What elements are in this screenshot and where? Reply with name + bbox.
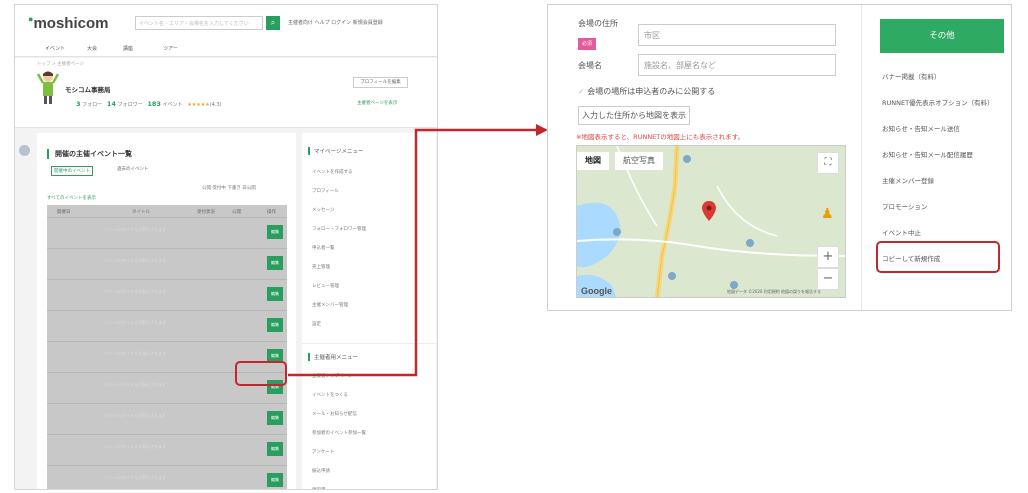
event-list-title: 開催の主催イベント一覧 <box>47 149 132 159</box>
row-edit-button[interactable]: 編集 <box>267 473 283 487</box>
other-menu-item[interactable]: イベント中止 <box>882 227 921 237</box>
edit-profile-button[interactable]: プロフィールを編集 <box>353 77 408 88</box>
table-row: イベントのタイトルが表示されます 編集 <box>47 248 287 279</box>
location-pin-icon <box>702 201 716 221</box>
row-title: イベントのタイトルが表示されます <box>102 382 166 387</box>
event-list-panel: 開催の主催イベント一覧 開催中のイベント 過去のイベント 公開 受付中 下書き … <box>37 133 296 489</box>
other-menu-item[interactable]: バナー掲載（有料） <box>882 71 941 81</box>
organizer-name: モシコム事務局 <box>65 86 111 94</box>
breadcrumb: トップ > 主催者ページ <box>37 62 85 67</box>
organizer-menu-item[interactable]: 領収書 <box>312 487 326 489</box>
view-organizer-link[interactable]: 主催者ページを表示 <box>357 100 397 106</box>
search-icon[interactable]: ⌕ <box>266 16 280 30</box>
venue-name-label: 会場名 <box>578 61 602 70</box>
row-edit-button[interactable]: 編集 <box>267 442 283 456</box>
column-title: タイトル <box>132 210 150 215</box>
avatar <box>37 71 59 104</box>
row-title: イベントのタイトルが表示されます <box>102 289 166 294</box>
row-title: イベントのタイトルが表示されます <box>102 351 166 356</box>
nav-item-tournament[interactable]: 大会 <box>87 45 97 52</box>
table-row: イベントのタイトルが表示されます 編集 <box>47 403 287 434</box>
top-links[interactable]: 主催者向け ヘルプ ログイン 新規会員登録 <box>288 19 383 26</box>
table-row: イベントのタイトルが表示されます 編集 <box>47 310 287 341</box>
tab-past-events[interactable]: 過去のイベント <box>117 166 149 172</box>
organizer-menu-item[interactable]: 振込申請 <box>312 468 330 474</box>
zoom-out-button[interactable]: − <box>817 268 839 290</box>
venue-name-input[interactable]: 施設名、部屋名など <box>638 54 836 76</box>
highlight-copy-item <box>876 241 1000 273</box>
search-input[interactable]: イベント名・エリア・会場名を入力してください <box>135 16 263 30</box>
column-date: 開催日 <box>57 210 71 215</box>
row-title: イベントのタイトルが表示されます <box>102 444 166 449</box>
profile-area: トップ > 主催者ページ モシコム事務局 3 フォロー 14 フォロワー 183… <box>15 58 437 128</box>
row-title: イベントのタイトルが表示されます <box>102 320 166 325</box>
other-menu-item[interactable]: 主催メンバー登録 <box>882 175 934 185</box>
organizer-menu-item[interactable]: イベントをつくる <box>312 392 348 398</box>
row-title: イベントのタイトルが表示されます <box>102 475 166 480</box>
row-title: イベントのタイトルが表示されます <box>102 227 166 232</box>
nav-item-course[interactable]: 講座 <box>123 45 133 52</box>
zoom-in-button[interactable]: + <box>817 246 839 268</box>
nav-item-tour[interactable]: ツアー <box>163 45 178 52</box>
map-view[interactable]: 地図 航空写真 ⛶ ♟ + − Google 地図データ ©2020 利用規約 … <box>576 145 846 298</box>
map-warning-text: ※地図表示すると、RUNNETの地図上にも表示されます。 <box>576 133 745 141</box>
status-legend: 公開 受付中 下書き 非公開 <box>202 186 256 191</box>
row-edit-button[interactable]: 編集 <box>267 411 283 425</box>
tab-map[interactable]: 地図 <box>577 152 609 170</box>
tab-current-events[interactable]: 開催中のイベント <box>51 166 93 176</box>
venue-address-input[interactable]: 市区 <box>638 24 836 46</box>
map-footer[interactable]: 地図データ ©2020 利用規約 地図の誤りを報告する <box>727 289 821 295</box>
connector-arrow <box>288 124 548 377</box>
table-row: イベントのタイトルが表示されます 編集 <box>47 434 287 465</box>
table-row: イベントのタイトルが表示されます 編集 <box>47 279 287 310</box>
other-menu-item[interactable]: RUNNET優先表示オプション（有料） <box>882 97 994 107</box>
nav-item-event[interactable]: イベント <box>45 45 65 52</box>
venue-private-checkbox[interactable]: ✓ 会場の場所は申込者のみに公開する <box>578 86 715 97</box>
google-logo: Google <box>581 286 612 296</box>
tab-satellite[interactable]: 航空写真 <box>615 152 663 170</box>
organizer-menu-item[interactable]: メール・お知らせ配信 <box>312 411 357 417</box>
site-header: ●moshicom イベント名・エリア・会場名を入力してください ⌕ 主催者向け… <box>15 5 437 57</box>
other-menu-header: その他 <box>880 19 1004 53</box>
fullscreen-icon[interactable]: ⛶ <box>817 152 839 174</box>
moshicom-logo[interactable]: ●moshicom <box>28 14 108 32</box>
table-row: イベントのタイトルが表示されます 編集 <box>47 465 287 489</box>
other-menu-item[interactable]: プロモーション <box>882 201 927 211</box>
menu-toggle-icon[interactable] <box>19 145 30 156</box>
required-badge: 必須 <box>578 38 596 50</box>
profile-stats: 3 フォロー 14 フォロワー 183 イベント ★★★★★(4.3) <box>76 100 222 108</box>
organizer-menu-item[interactable]: 参加者のイベント参加一覧 <box>312 430 366 436</box>
rating-stars: ★★★★★ <box>187 102 210 108</box>
event-table: 開催日 タイトル 受付状況 公開 操作 イベントのタイトルが表示されます 編集 イベ… <box>47 205 287 489</box>
street-view-icon[interactable]: ♟ <box>821 206 834 222</box>
column-public: 公開 <box>232 210 241 215</box>
column-action: 操作 <box>267 210 276 215</box>
row-title: イベントのタイトルが表示されます <box>102 258 166 263</box>
row-title: イベントのタイトルが表示されます <box>102 413 166 418</box>
other-menu-item[interactable]: お知らせ・告知メール送信 <box>882 123 960 133</box>
column-status: 受付状況 <box>197 210 215 215</box>
other-menu-item[interactable]: お知らせ・告知メール配信履歴 <box>882 149 973 159</box>
filter-all-link[interactable]: すべてのイベントを表示 <box>47 195 96 201</box>
show-map-button[interactable]: 入力した住所から地図を表示 <box>578 106 690 125</box>
organizer-menu-item[interactable]: アンケート <box>312 449 334 455</box>
venue-address-label: 会場の住所 <box>578 19 618 28</box>
table-row: イベントのタイトルが表示されます 編集 <box>47 217 287 248</box>
